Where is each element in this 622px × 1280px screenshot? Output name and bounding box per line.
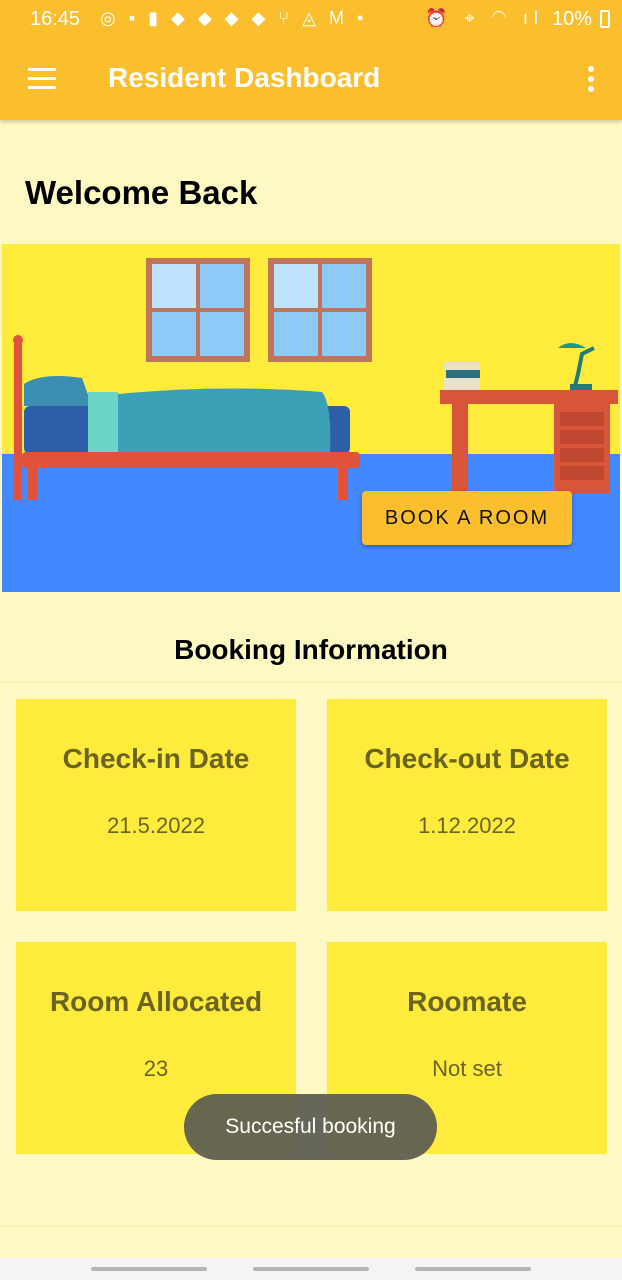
toast-message: Succesful booking bbox=[184, 1094, 437, 1160]
window-left bbox=[146, 258, 250, 362]
bottom-divider bbox=[0, 1226, 622, 1227]
checkout-label: Check-out Date bbox=[364, 743, 570, 774]
book-room-button[interactable]: BOOK A ROOM bbox=[362, 491, 572, 545]
more-options-icon[interactable] bbox=[588, 66, 596, 92]
nav-back-handle[interactable] bbox=[415, 1267, 531, 1271]
room-value: 23 bbox=[143, 1056, 169, 1081]
roommate-value: Not set bbox=[432, 1056, 502, 1081]
checkout-value: 1.12.2022 bbox=[418, 813, 516, 838]
nav-recents-handle[interactable] bbox=[91, 1267, 207, 1271]
roommate-label: Roomate bbox=[407, 986, 527, 1017]
checkin-label: Check-in Date bbox=[62, 743, 250, 774]
menu-icon[interactable] bbox=[28, 68, 56, 89]
room-label: Room Allocated bbox=[49, 986, 263, 1017]
system-nav-bar bbox=[0, 1258, 622, 1280]
welcome-heading: Welcome Back bbox=[25, 174, 258, 211]
booking-section-title: Booking Information bbox=[174, 634, 448, 665]
nav-home-handle[interactable] bbox=[253, 1267, 369, 1271]
app-bar: Resident Dashboard bbox=[0, 38, 622, 120]
battery-icon bbox=[600, 10, 610, 28]
battery-level: 10% bbox=[551, 8, 592, 30]
notification-icons: ◎ ▪ ▮ ◆ ◆ ◆ ◆ ⑂ ◬ M • bbox=[100, 8, 368, 28]
status-bar: 16:45 ◎ ▪ ▮ ◆ ◆ ◆ ◆ ⑂ ◬ M • ⏰ ⌖ ◠ ıl 10% bbox=[0, 0, 622, 38]
system-icons: ⏰ ⌖ ◠ ıl bbox=[425, 8, 544, 28]
app-bar-title: Resident Dashboard bbox=[108, 62, 381, 93]
status-time: 16:45 bbox=[30, 8, 81, 30]
checkout-card: Check-out Date 1.12.2022 bbox=[327, 699, 607, 911]
checkin-value: 21.5.2022 bbox=[107, 813, 205, 838]
checkin-card: Check-in Date 21.5.2022 bbox=[16, 699, 296, 911]
divider bbox=[0, 682, 622, 683]
window-right bbox=[268, 258, 372, 362]
